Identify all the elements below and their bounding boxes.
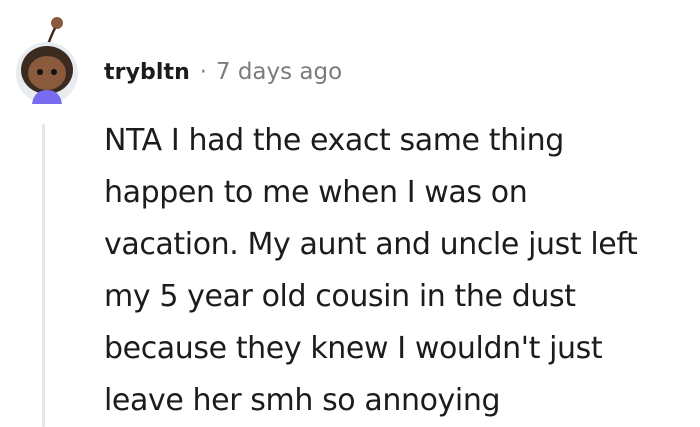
avatar-face: [28, 56, 66, 90]
comment-body-line: vacation. My aunt and uncle just left: [104, 227, 638, 262]
user-avatar[interactable]: [10, 14, 84, 108]
avatar-antenna-ball: [51, 17, 63, 29]
avatar-left-eye: [37, 69, 43, 75]
comment-body-line: leave her smh so annoying: [104, 383, 501, 418]
timestamp-link[interactable]: 7 days ago: [216, 59, 342, 85]
thread-line[interactable]: [42, 124, 45, 427]
meta-separator: ·: [199, 59, 207, 85]
comment-body: NTA I had the exact same thing happen to…: [104, 115, 700, 427]
comment-body-line: NTA I had the exact same thing: [104, 123, 564, 158]
comment-header: trybltn · 7 days ago: [104, 52, 342, 92]
username-link[interactable]: trybltn: [104, 60, 190, 85]
comment: trybltn · 7 days ago NTA I had the exact…: [0, 0, 700, 427]
comment-body-line: because they knew I wouldn't just: [104, 331, 603, 366]
avatar-right-eye: [51, 69, 57, 75]
comment-body-line: happen to me when I was on: [104, 175, 528, 210]
comment-body-line: my 5 year old cousin in the dust: [104, 279, 576, 314]
